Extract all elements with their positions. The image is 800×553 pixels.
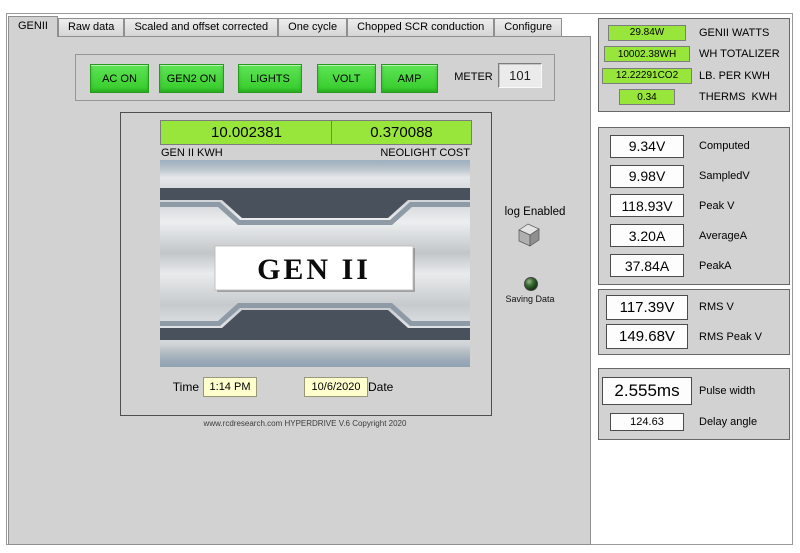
genii-watts-field: 29.84W: [608, 24, 686, 41]
meter-label: METER: [454, 71, 493, 83]
ac-on-button[interactable]: AC ON: [90, 64, 149, 93]
computed-v-field: 9.34V: [610, 134, 684, 158]
rms-v-field: 117.39V: [606, 294, 688, 320]
gen2-kwh-label: GEN II KWH: [161, 147, 223, 159]
table-row: 118.93V Peak V: [599, 194, 789, 218]
neolight-cost-display: 0.370088: [331, 120, 472, 145]
table-row: 0.34 THERMS KWH: [599, 89, 789, 106]
average-a-field: 3.20A: [610, 224, 684, 248]
display-frame: 10.002381 0.370088 GEN II KWH NEOLIGHT C…: [120, 112, 492, 416]
table-row: 3.20A AverageA: [599, 224, 789, 248]
time-field[interactable]: 1:14 PM: [203, 377, 257, 397]
peak-a-label: PeakA: [699, 259, 732, 272]
lights-button[interactable]: LIGHTS: [238, 64, 302, 93]
table-row: 117.39V RMS V: [599, 294, 789, 320]
rms-panel: 117.39V RMS V 149.68V RMS Peak V: [598, 289, 790, 355]
computed-v-label: Computed: [699, 140, 750, 153]
tab-configure[interactable]: Configure: [494, 18, 562, 36]
table-row: 124.63 Delay angle: [599, 413, 789, 431]
table-row: 149.68V RMS Peak V: [599, 324, 789, 350]
log-enabled-label: log Enabled: [504, 206, 566, 218]
time-label: Time: [172, 380, 199, 394]
lb-per-kwh-label: LB. PER KWH: [699, 69, 770, 82]
gen2-plate-title: GEN II: [257, 253, 371, 286]
pulse-width-label: Pulse width: [699, 385, 756, 397]
gen2-kwh-display: 10.002381: [160, 120, 333, 145]
peak-v-label: Peak V: [699, 199, 735, 212]
date-label: Date: [368, 380, 394, 394]
delay-angle-field: 124.63: [610, 413, 684, 431]
pulse-panel: 2.555ms Pulse width 124.63 Delay angle: [598, 368, 790, 440]
tab-one-cycle[interactable]: One cycle: [278, 18, 348, 36]
amp-button[interactable]: AMP: [381, 64, 438, 93]
therms-kwh-label: THERMS KWH: [699, 91, 778, 104]
saving-data-led-indicator: [524, 277, 538, 291]
average-a-label: AverageA: [699, 229, 748, 242]
tab-raw-data[interactable]: Raw data: [57, 18, 125, 36]
copyright-text: www.rcdresearch.com HYPERDRIVE V.6 Copyr…: [203, 419, 407, 428]
pulse-width-field: 2.555ms: [602, 377, 692, 405]
rms-peak-v-label: RMS Peak V: [699, 330, 762, 343]
genii-watts-label: GENII WATTS: [699, 26, 770, 39]
table-row: 9.98V SampledV: [599, 164, 789, 188]
tab-bar: GENII Raw data Scaled and offset correct…: [8, 16, 562, 37]
rms-peak-v-field: 149.68V: [606, 324, 688, 350]
table-row: 29.84W GENII WATTS: [599, 24, 789, 41]
date-field[interactable]: 10/6/2020: [304, 377, 368, 397]
gen2-metal-plate-image: GEN II: [160, 160, 470, 367]
rms-v-label: RMS V: [699, 301, 734, 314]
peak-a-field: 37.84A: [610, 254, 684, 278]
table-row: 2.555ms Pulse width: [599, 377, 789, 405]
button-bar: AC ON GEN2 ON LIGHTS VOLT AMP METER 101: [75, 54, 555, 101]
sampled-v-field: 9.98V: [610, 164, 684, 188]
delay-angle-label: Delay angle: [699, 416, 758, 428]
tab-scaled-offset[interactable]: Scaled and offset corrected: [124, 18, 279, 36]
peak-v-field: 118.93V: [610, 194, 684, 218]
wh-totalizer-label: WH TOTALIZER: [699, 48, 780, 61]
therms-kwh-field: 0.34: [619, 89, 675, 106]
wh-totalizer-field: 10002.38WH: [604, 46, 690, 63]
measurements-panel: 9.34V Computed 9.98V SampledV 118.93V Pe…: [598, 127, 790, 285]
volt-button[interactable]: VOLT: [317, 64, 376, 93]
table-row: 37.84A PeakA: [599, 254, 789, 278]
sampled-v-label: SampledV: [699, 170, 750, 183]
tab-genii[interactable]: GENII: [8, 16, 58, 37]
tab-chopped-scr[interactable]: Chopped SCR conduction: [347, 18, 495, 36]
meter-value-field[interactable]: 101: [498, 63, 542, 88]
table-row: 10002.38WH WH TOTALIZER: [599, 46, 789, 63]
table-row: 9.34V Computed: [599, 134, 789, 158]
gen2-on-button[interactable]: GEN2 ON: [159, 64, 224, 93]
totals-panel: 29.84W GENII WATTS 10002.38WH WH TOTALIZ…: [598, 18, 790, 112]
table-row: 12.22291CO2 LB. PER KWH: [599, 67, 789, 84]
log-enabled-cube-button[interactable]: [516, 221, 542, 247]
saving-data-label: Saving Data: [505, 294, 555, 304]
neolight-cost-label: NEOLIGHT COST: [380, 147, 470, 159]
lb-per-kwh-field: 12.22291CO2: [602, 67, 692, 84]
